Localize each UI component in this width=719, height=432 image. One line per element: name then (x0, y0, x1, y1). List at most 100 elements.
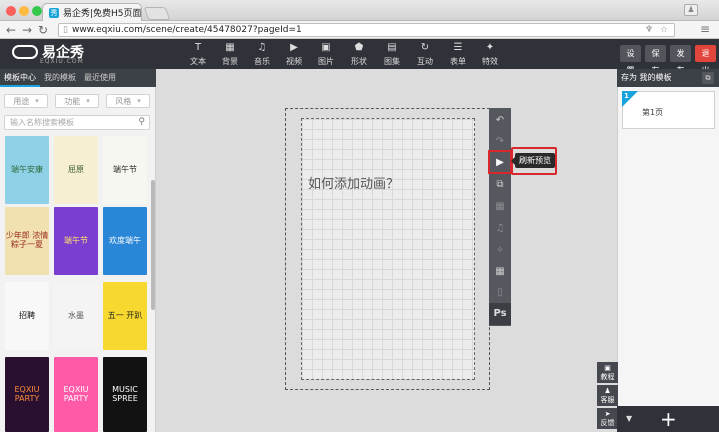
settings-button[interactable]: 设置 (620, 45, 641, 75)
page-number: 1 (624, 92, 629, 100)
effects-icon[interactable]: ✧ (489, 240, 511, 261)
filter-function[interactable]: 功能 ▾ (55, 94, 99, 108)
address-bar[interactable]: ▯ www.eqxiu.com/scene/create/45478027?pa… (58, 23, 675, 37)
forward-button[interactable]: → (22, 23, 32, 37)
template-thumbnail[interactable]: 欢度端午 (103, 207, 147, 275)
phone-icon[interactable]: ▯ (489, 282, 511, 303)
template-thumbnail[interactable]: 水墨 (54, 282, 98, 350)
maximize-window-button[interactable] (32, 6, 42, 16)
save-button[interactable]: 保存 (645, 45, 666, 75)
text-icon: T (194, 42, 202, 53)
tab-recent[interactable]: 最近使用 (80, 69, 120, 87)
tool-gallery[interactable]: ▤ 图集 (377, 42, 407, 67)
template-thumbnail-text: EQXIU PARTY (14, 384, 40, 403)
highlight-box (488, 150, 512, 174)
chevron-down-icon: ▾ (86, 97, 90, 105)
effects-icon: ✦ (485, 42, 495, 53)
search-icon[interactable]: ⚲ (138, 116, 145, 129)
page-label: 第1页 (642, 108, 664, 117)
redo-icon[interactable]: ↷ (489, 131, 511, 152)
template-search-input[interactable]: 输入名称搜索模板 ⚲ (4, 115, 150, 130)
template-tabs: 模板中心 我的模板 最近使用 (0, 69, 156, 87)
interaction-icon: ↻ (420, 42, 430, 53)
template-thumbnail-text: 端午节 (113, 164, 137, 174)
chevron-down-icon[interactable]: ▼ (626, 414, 632, 423)
feedback-button[interactable]: ➤ 反馈 (597, 408, 618, 429)
template-thumbnail[interactable]: EQXIU PARTY (54, 357, 98, 432)
logo-subtext: EQXIU.COM (40, 58, 84, 65)
copy-page-icon[interactable]: ⧉ (702, 72, 714, 84)
template-scrollbar[interactable] (151, 180, 155, 310)
tool-video[interactable]: ▶ 视频 (279, 42, 309, 67)
refresh-preview-tooltip: 刷新预览 (511, 153, 555, 168)
template-thumbnail[interactable]: 端午节 (103, 136, 147, 204)
copy-icon[interactable]: ⧉ (489, 174, 511, 195)
tool-text[interactable]: T 文本 (183, 42, 213, 67)
new-tab-button[interactable] (143, 7, 171, 20)
image-icon: ▣ (321, 42, 331, 53)
undo-icon[interactable]: ↶ (489, 110, 511, 131)
tool-form[interactable]: ☰ 表单 (443, 42, 473, 67)
tab-my-templates[interactable]: 我的模板 (40, 69, 80, 87)
tutorial-icon: ▣ (604, 364, 611, 372)
bookmark-star-icon[interactable]: ♆ ☆ (645, 25, 670, 35)
publish-button[interactable]: 发布 (670, 45, 691, 75)
template-thumbnail-text: 五一 开趴 (107, 310, 143, 320)
template-thumbnail-text: 端午节 (64, 235, 88, 245)
video-icon: ▶ (290, 42, 298, 53)
back-button[interactable]: ← (6, 23, 16, 37)
chevron-down-icon: ▾ (35, 97, 39, 105)
template-thumbnail-text: 屈原 (68, 164, 84, 174)
tutorial-button[interactable]: ▣ 教程 (597, 362, 618, 383)
form-icon: ☰ (453, 42, 463, 53)
url-text: www.eqxiu.com/scene/create/45478027?page… (71, 25, 302, 35)
gallery-icon: ▤ (387, 42, 397, 53)
template-thumbnail-text: EQXIU PARTY (63, 384, 89, 403)
tool-music[interactable]: ♫ 音乐 (247, 42, 277, 67)
close-window-button[interactable] (6, 6, 16, 16)
tab-template-center[interactable]: 模板中心 (0, 69, 40, 87)
template-thumbnail-text: 招聘 (19, 310, 35, 320)
page-canvas[interactable] (301, 118, 475, 380)
profile-icon[interactable]: ♟ (684, 4, 698, 16)
tool-effects[interactable]: ✦ 特效 (475, 42, 505, 67)
template-thumbnail[interactable]: EQXIU PARTY (5, 357, 49, 432)
template-thumbnail[interactable]: 端午节 (54, 207, 98, 275)
background-icon: ▦ (225, 42, 235, 53)
browser-menu-icon[interactable]: ≡ (700, 22, 710, 36)
template-thumbnail[interactable]: 少年郎 浓情粽子一夏 (5, 207, 49, 275)
tool-background[interactable]: ▦ 背景 (215, 42, 245, 67)
save-as-template[interactable]: 存为 我的模板 ⧉ (617, 69, 719, 87)
add-page-button[interactable]: + (660, 407, 677, 431)
logo-mark-icon (12, 45, 38, 59)
template-thumbnail-text: MUSIC SPREE (112, 384, 138, 403)
template-thumbnail[interactable]: MUSIC SPREE (103, 357, 147, 432)
tool-image[interactable]: ▣ 图片 (311, 42, 341, 67)
music-icon[interactable]: ♫ (489, 218, 511, 239)
template-thumbnail[interactable]: 招聘 (5, 282, 49, 350)
exit-button[interactable]: 退出 (695, 45, 716, 75)
page-icon: ▯ (63, 25, 68, 35)
template-thumbnail-text: 欢度端午 (109, 235, 141, 245)
music-icon: ♫ (257, 42, 267, 53)
ps-icon[interactable]: Ps (489, 303, 511, 325)
canvas-text-element[interactable]: 如何添加动画？ (308, 173, 399, 192)
filter-purpose[interactable]: 用途 ▾ (4, 94, 48, 108)
layout-grid-icon[interactable]: ▦ (489, 261, 511, 282)
customer-service-button[interactable]: ♟ 客服 (597, 385, 618, 406)
template-thumbnail-text: 端午安康 (11, 164, 43, 174)
template-thumbnail[interactable]: 端午安康 (5, 136, 49, 204)
template-thumbnail[interactable]: 屈原 (54, 136, 98, 204)
grid-icon[interactable]: ▦ (489, 196, 511, 217)
template-thumbnail-text: 少年郎 浓情粽子一夏 (5, 231, 49, 249)
filter-style[interactable]: 风格 ▾ (106, 94, 150, 108)
template-thumbnail[interactable]: 五一 开趴 (103, 282, 147, 350)
shape-icon: ⬟ (354, 42, 364, 53)
tab-title: 易企秀|免费H5页面微场景制作 (63, 9, 142, 19)
browser-tab[interactable]: 秀 易企秀|免费H5页面微场景制作 ✕ (42, 3, 142, 21)
minimize-window-button[interactable] (19, 6, 29, 16)
tab-favicon: 秀 (49, 7, 59, 18)
tool-shape[interactable]: ⬟ 形状 (344, 42, 374, 67)
tool-interaction[interactable]: ↻ 互动 (410, 42, 440, 67)
reload-button[interactable]: ↻ (38, 23, 48, 37)
